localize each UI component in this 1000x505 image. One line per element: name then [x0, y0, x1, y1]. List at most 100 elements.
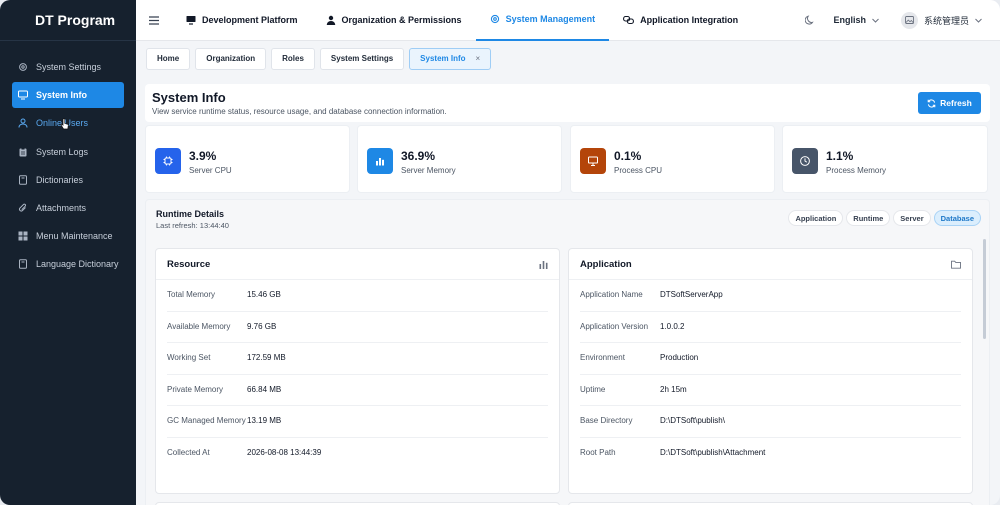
- book-icon: [18, 259, 28, 270]
- nav-development-platform[interactable]: Development Platform: [172, 0, 312, 41]
- chevron-down-icon: [872, 18, 879, 23]
- row-key: Total Memory: [167, 290, 216, 299]
- refresh-button[interactable]: Refresh: [918, 92, 981, 114]
- row-value: 2h 15m: [660, 384, 687, 394]
- close-icon[interactable]: ×: [476, 54, 481, 63]
- stat-label: Server Memory: [401, 166, 456, 175]
- sidebar-item-attachments[interactable]: Attachments: [12, 195, 124, 221]
- nav-label: Development Platform: [202, 15, 298, 25]
- table-row: Application Version 1.0.0.2: [580, 312, 961, 343]
- sidebar-item-label: Dictionaries: [36, 174, 84, 185]
- table-row: Total Memory 15.46 GB: [167, 280, 548, 312]
- tab-organization[interactable]: Organization: [195, 47, 267, 70]
- sidebar-item-label: System Logs: [36, 146, 89, 157]
- table-row: Private Memory 66.84 MB: [167, 375, 548, 406]
- table-row: GC Managed Memory 13.19 MB: [167, 406, 548, 438]
- application-panel-header: Application: [569, 249, 972, 280]
- menu-toggle-button[interactable]: [136, 15, 172, 25]
- tab-application[interactable]: Application: [788, 210, 844, 226]
- monitor-icon: [18, 90, 28, 100]
- table-row: Uptime 2h 15m: [580, 375, 961, 406]
- nav-organization-permissions[interactable]: Organization & Permissions: [312, 0, 476, 41]
- tab-system-settings[interactable]: System Settings: [319, 47, 405, 70]
- image-icon: [905, 16, 914, 24]
- panel-title: Resource: [167, 258, 211, 270]
- tab-label: Home: [157, 54, 180, 63]
- tab-runtime[interactable]: Runtime: [846, 210, 891, 226]
- paperclip-icon: [18, 203, 28, 213]
- book-icon: [18, 175, 28, 185]
- sidebar-item-dictionaries[interactable]: Dictionaries: [12, 167, 124, 193]
- nav-label: System Management: [505, 14, 596, 24]
- stat-value: 36.9%: [401, 149, 436, 163]
- stat-card-process-memory: 1.1% Process Memory: [782, 125, 988, 193]
- sidebar-item-language-dictionary[interactable]: Language Dictionary: [12, 251, 124, 277]
- stat-value: 0.1%: [614, 149, 642, 163]
- row-key: Application Name: [580, 290, 643, 299]
- moon-icon[interactable]: [805, 15, 815, 25]
- tab-label: Roles: [282, 54, 304, 63]
- resource-panel-header: Resource: [156, 249, 559, 280]
- stat-card-server-cpu: 3.9% Server CPU: [145, 125, 350, 193]
- brand-title: DT Program: [0, 0, 136, 41]
- tab-system-info[interactable]: System Info ×: [409, 47, 492, 70]
- user-icon: [18, 118, 28, 128]
- table-row: Root Path D:\DTSoft\publish\Attachment: [580, 438, 961, 470]
- gear-icon: [490, 14, 500, 24]
- stat-value: 3.9%: [189, 149, 217, 163]
- clock-icon: [792, 148, 818, 174]
- tab-server[interactable]: Server: [893, 210, 931, 226]
- row-value: D:\DTSoft\publish\Attachment: [660, 447, 766, 457]
- refresh-icon: [927, 98, 936, 108]
- row-value: 9.76 GB: [247, 321, 277, 331]
- tab-database[interactable]: Database: [933, 210, 981, 226]
- sidebar-item-label: Attachments: [36, 202, 87, 213]
- table-row: Environment Production: [580, 343, 961, 375]
- stat-label: Process CPU: [614, 166, 663, 175]
- sidebar-item-menu-maintenance[interactable]: Menu Maintenance: [12, 223, 124, 249]
- scrollbar[interactable]: [983, 239, 986, 339]
- avatar: [900, 11, 918, 29]
- nav-application-integration[interactable]: Application Integration: [609, 0, 752, 41]
- runtime-detail-tabs: Application Runtime Server Database: [785, 210, 981, 226]
- stat-label: Server CPU: [189, 166, 232, 175]
- row-value: D:\DTSoft\publish\: [660, 416, 725, 425]
- monitor-icon: [186, 15, 196, 25]
- link-icon: [623, 15, 635, 25]
- tab-roles[interactable]: Roles: [271, 47, 315, 70]
- clipboard-icon: [18, 147, 28, 157]
- row-key: Collected At: [167, 447, 210, 457]
- last-refresh-time: Last refresh: 13:44:40: [156, 221, 229, 230]
- refresh-label: Refresh: [940, 98, 972, 108]
- bar-chart-icon: [367, 148, 393, 174]
- user-icon: [326, 15, 336, 25]
- resource-panel: Resource Total Memory 15.46 GB Available …: [155, 248, 560, 494]
- table-row: Available Memory 9.76 GB: [167, 312, 548, 343]
- resource-rows: Total Memory 15.46 GB Available Memory 9.7…: [156, 280, 559, 469]
- stat-card-process-cpu: 0.1% Process CPU: [570, 125, 775, 193]
- user-menu[interactable]: 系统管理员: [900, 11, 982, 29]
- row-key: Application Version: [580, 321, 649, 331]
- stat-label: Process Memory: [826, 166, 887, 175]
- language-label: English: [833, 15, 866, 25]
- sidebar-item-system-logs[interactable]: System Logs: [12, 139, 124, 165]
- sidebar: DT Program System Settings System Info O…: [0, 0, 136, 505]
- runtime-details-title: Runtime Details: [156, 209, 225, 219]
- language-selector[interactable]: English: [833, 15, 879, 25]
- tab-home[interactable]: Home: [146, 47, 191, 70]
- row-value: 66.84 MB: [247, 384, 282, 394]
- table-row: Collected At 2026-08-08 13:44:39: [167, 438, 548, 470]
- row-key: Base Directory: [580, 416, 633, 425]
- sidebar-item-system-info[interactable]: System Info: [12, 82, 124, 109]
- row-key: Private Memory: [167, 384, 224, 394]
- bar-chart-icon: [539, 260, 548, 269]
- nav-label: Application Integration: [640, 15, 739, 25]
- nav-system-management[interactable]: System Management: [475, 0, 610, 41]
- row-value: Production: [660, 353, 699, 362]
- tab-label: Organization: [206, 54, 256, 63]
- sidebar-item-system-settings[interactable]: System Settings: [12, 54, 124, 80]
- row-key: Root Path: [580, 447, 616, 457]
- row-value: 15.46 GB: [247, 290, 281, 299]
- stat-value: 1.1%: [826, 149, 854, 163]
- row-value: 1.0.0.2: [660, 321, 685, 331]
